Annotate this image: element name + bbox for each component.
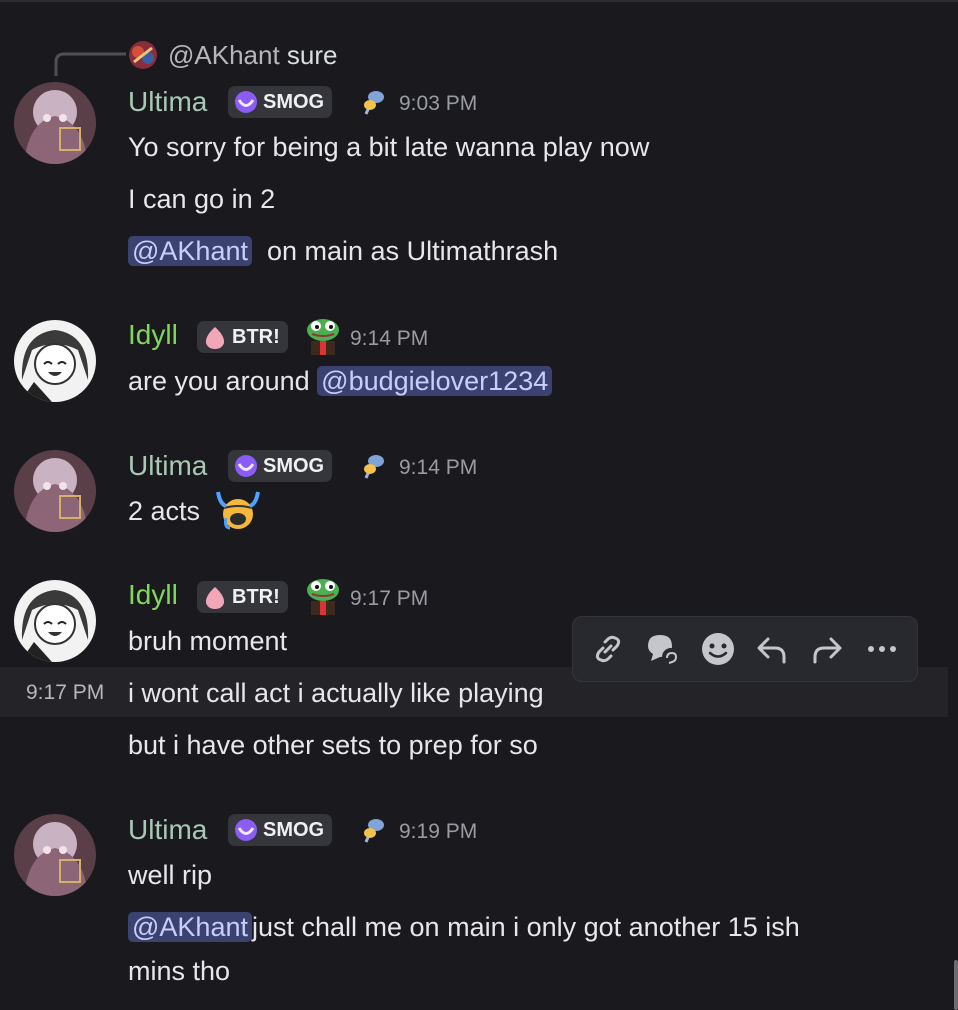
message-line: well rip: [128, 860, 213, 890]
ultima-avatar-icon: [14, 82, 96, 164]
top-divider: [0, 0, 958, 2]
role-tag-label: BTR!: [232, 325, 280, 348]
btr-icon: [205, 587, 225, 609]
message-line: 2 acts: [128, 496, 201, 526]
reply-avatar-icon[interactable]: [128, 40, 158, 70]
forward-button[interactable]: [807, 629, 847, 669]
timestamp[interactable]: 9:14 PM: [350, 326, 428, 352]
message-line: Yo sorry for being a bit late wanna play…: [128, 132, 650, 162]
message-line: mins tho: [128, 956, 231, 986]
message-line: i wont call act i actually like playing: [128, 678, 544, 708]
role-tag[interactable]: SMOG: [228, 450, 333, 482]
avatar-idyll[interactable]: [14, 580, 96, 662]
smog-icon: [235, 91, 257, 113]
author-name[interactable]: Ultima: [128, 449, 207, 483]
avatar-idyll[interactable]: [14, 320, 96, 402]
role-tag-label: SMOG: [263, 818, 325, 841]
timestamp[interactable]: 9:03 PM: [399, 91, 477, 117]
avatar-ultima[interactable]: [14, 82, 96, 164]
feather-icon: [364, 455, 384, 479]
pepe-icon: [307, 579, 339, 615]
reply-mention[interactable]: @AKhant: [168, 40, 280, 70]
user-mention[interactable]: @AKhant: [128, 236, 252, 266]
message-line: I can go in 2: [128, 184, 276, 214]
reply-button[interactable]: [752, 629, 792, 669]
more-options-button[interactable]: [862, 629, 902, 669]
user-mention[interactable]: @budgielover1234: [317, 366, 553, 396]
reply-text: sure: [286, 40, 338, 70]
avatar-ultima[interactable]: [14, 814, 96, 896]
timestamp[interactable]: 9:17 PM: [350, 586, 428, 612]
reply-icon: [757, 637, 786, 664]
message-text: on main as Ultimathrash: [267, 236, 559, 266]
role-tag-label: BTR!: [232, 585, 280, 608]
message-text: just chall me on main i only got another…: [251, 912, 800, 942]
crying-emoji-icon: [216, 491, 260, 530]
message-line: @AKhant on main as Ultimathrash: [128, 234, 558, 268]
thread-icon: [647, 635, 680, 666]
author-name[interactable]: Ultima: [128, 813, 207, 847]
smog-icon: [235, 819, 257, 841]
pepe-icon: [307, 319, 339, 355]
add-reaction-button[interactable]: [698, 629, 738, 669]
scrollbar-thumb[interactable]: [954, 960, 958, 1010]
role-tag[interactable]: SMOG: [228, 814, 333, 846]
user-mention[interactable]: @AKhant: [128, 912, 252, 942]
copy-link-button[interactable]: [588, 629, 628, 669]
ultima-avatar-icon: [14, 814, 96, 896]
timestamp[interactable]: 9:14 PM: [399, 455, 477, 481]
forward-icon: [813, 637, 842, 664]
idyll-avatar-icon: [14, 580, 96, 662]
role-tag-label: SMOG: [263, 90, 325, 113]
link-icon: [596, 635, 621, 663]
reply-spine: [54, 52, 126, 76]
message-toolbar: [572, 616, 918, 682]
idyll-avatar-icon: [14, 320, 96, 402]
role-tag[interactable]: BTR!: [197, 581, 288, 613]
timestamp[interactable]: 9:19 PM: [399, 819, 477, 845]
avatar-ultima[interactable]: [14, 450, 96, 532]
message-line: bruh moment: [128, 626, 288, 656]
message-line: but i have other sets to prep for so: [128, 730, 538, 760]
ultima-avatar-icon: [14, 450, 96, 532]
create-thread-button[interactable]: [643, 629, 683, 669]
reply-preview[interactable]: @AKhant sure: [168, 38, 338, 72]
smog-icon: [235, 455, 257, 477]
message-line: @AKhant just chall me on main i only got …: [128, 910, 800, 944]
reaction-icon: [701, 633, 734, 665]
author-name[interactable]: Idyll: [128, 318, 178, 352]
author-name[interactable]: Idyll: [128, 578, 178, 612]
feather-icon: [364, 91, 384, 115]
role-tag-label: SMOG: [263, 454, 325, 477]
more-icon: [867, 646, 896, 652]
hover-timestamp[interactable]: 9:17 PM: [26, 680, 104, 706]
btr-icon: [205, 327, 225, 349]
role-tag[interactable]: SMOG: [228, 86, 333, 118]
message-text: are you around: [128, 366, 310, 396]
author-name[interactable]: Ultima: [128, 85, 207, 119]
message-line: are you around @budgielover1234: [128, 364, 553, 398]
feather-icon: [364, 819, 384, 843]
role-tag[interactable]: BTR!: [197, 321, 288, 353]
